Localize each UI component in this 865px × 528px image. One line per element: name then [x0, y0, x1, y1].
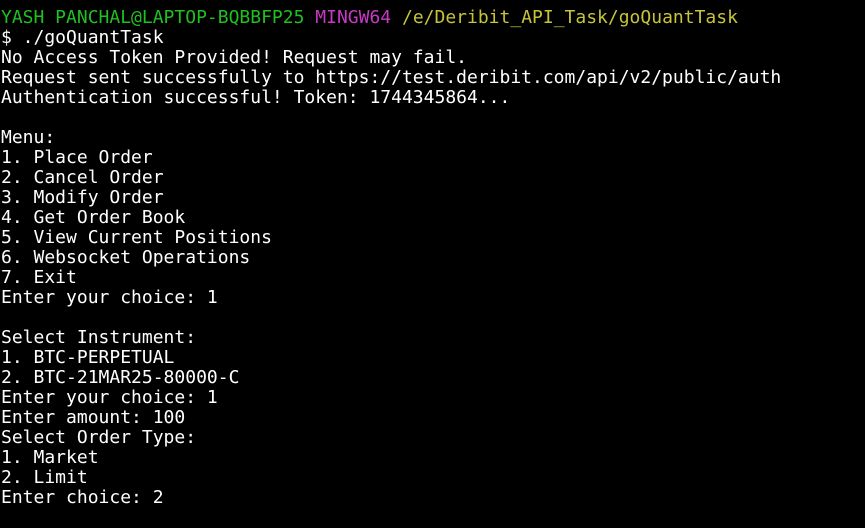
- terminal-window[interactable]: YASH PANCHAL@LAPTOP-BQBBFP25 MINGW64 /e/…: [0, 0, 865, 528]
- instrument-item: 1. BTC-PERPETUAL: [1, 348, 175, 368]
- order-type-item: 1. Market: [1, 448, 99, 468]
- menu-item: 4. Get Order Book: [1, 208, 186, 228]
- menu-item: 5. View Current Positions: [1, 228, 272, 248]
- order-type-choice-prompt[interactable]: Enter choice: 2: [1, 488, 865, 508]
- instrument-title: Select Instrument:: [1, 328, 197, 348]
- prompt-line: YASH PANCHAL@LAPTOP-BQBBFP25 MINGW64 /e/…: [1, 8, 865, 28]
- prompt-shell: MINGW64: [315, 8, 392, 28]
- prompt-user-host: YASH PANCHAL@LAPTOP-BQBBFP25: [1, 8, 305, 28]
- output-line-no-token: No Access Token Provided! Request may fa…: [1, 48, 467, 68]
- amount-prompt: Enter amount: 100: [1, 408, 186, 428]
- output-line-auth-success: Authentication successful! Token: 174434…: [1, 88, 511, 108]
- menu-choice-prompt: Enter your choice: 1: [1, 288, 218, 308]
- menu-item: 3. Modify Order: [1, 188, 164, 208]
- output-line-request-sent: Request sent successfully to https://tes…: [1, 68, 782, 88]
- menu-item: 6. Websocket Operations: [1, 248, 251, 268]
- command-line: $ ./goQuantTask: [1, 28, 164, 48]
- instrument-choice-prompt: Enter your choice: 1: [1, 388, 218, 408]
- order-type-item: 2. Limit: [1, 468, 88, 488]
- prompt-cwd: /e/Deribit_API_Task/goQuantTask: [401, 8, 738, 28]
- menu-title: Menu:: [1, 128, 56, 148]
- menu-item: 7. Exit: [1, 268, 77, 288]
- order-type-title: Select Order Type:: [1, 428, 197, 448]
- instrument-item: 2. BTC-21MAR25-80000-C: [1, 368, 240, 388]
- menu-item: 1. Place Order: [1, 148, 153, 168]
- menu-item: 2. Cancel Order: [1, 168, 164, 188]
